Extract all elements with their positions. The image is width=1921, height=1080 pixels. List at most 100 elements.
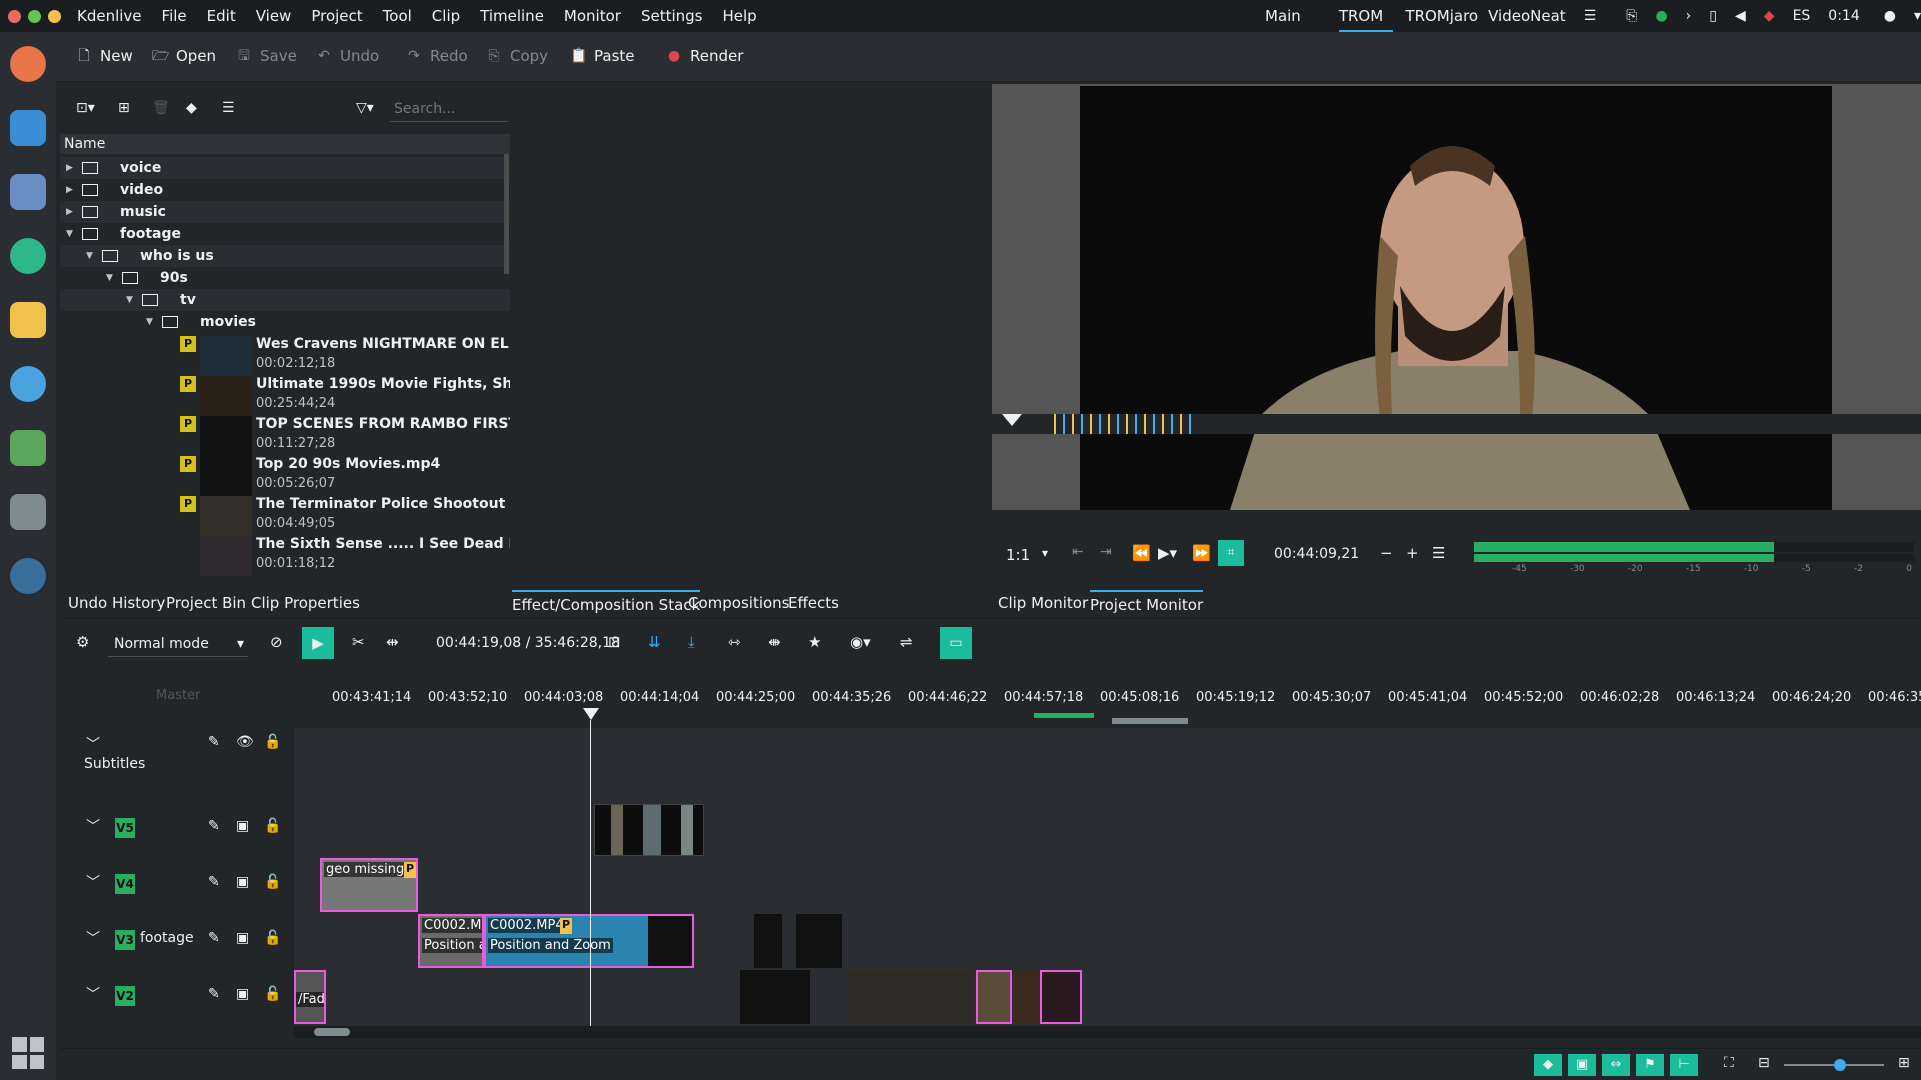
tab-clip-monitor[interactable]: Clip Monitor	[998, 590, 1088, 616]
download-icon[interactable]	[10, 494, 46, 530]
copy-button[interactable]: ⎘ Copy	[486, 47, 548, 65]
bin-column-header[interactable]: Name	[60, 134, 510, 154]
track-label[interactable]: V2	[115, 986, 135, 1006]
track-name[interactable]: footage	[140, 930, 194, 946]
filter-icon[interactable]: ▽▾	[356, 100, 374, 116]
close-window-button[interactable]	[8, 9, 21, 23]
bin-clip[interactable]: P Ultimate 1990s Movie Fights, Shootouts…	[180, 376, 510, 416]
bin-clip[interactable]: P The Terminator Police Shootout MGM Mon…	[180, 496, 510, 536]
volume-icon[interactable]: ◀	[1735, 8, 1746, 24]
track-body[interactable]	[294, 728, 1921, 802]
lift-icon[interactable]: ⇿	[728, 633, 741, 651]
tab-effect-composition-stack[interactable]: Effect/Composition Stack	[512, 590, 701, 616]
fast-forward-icon[interactable]: ⏩	[1192, 544, 1211, 562]
sync-icon[interactable]	[10, 238, 46, 274]
collapse-arrow-icon[interactable]: ▼	[86, 245, 93, 267]
battery-icon[interactable]: ▯	[1709, 8, 1717, 24]
bin-scrollbar[interactable]	[504, 154, 509, 274]
add-clip-icon[interactable]: ⊡▾	[76, 100, 95, 116]
keyboard-layout[interactable]: ES	[1793, 8, 1811, 24]
tag-icon[interactable]: ◆	[186, 100, 197, 116]
menu-monitor[interactable]: Monitor	[564, 7, 621, 25]
chevron-right-icon[interactable]: ›	[1686, 8, 1692, 24]
set-in-icon[interactable]: ⇤	[1072, 544, 1084, 560]
film-icon[interactable]: ▣	[236, 930, 249, 946]
collapse-track-icon[interactable]: ﹀	[86, 984, 100, 1004]
timeline[interactable]: Master 00:43:41;14 00:43:52;10 00:44:03;…	[60, 668, 1921, 1048]
new-button[interactable]: 🗋 New	[76, 47, 132, 65]
markers-icon[interactable]: ⚑	[1636, 1054, 1664, 1076]
tab-compositions[interactable]: Compositions	[688, 590, 790, 616]
folder-music[interactable]: ▶ music	[60, 201, 510, 223]
track-body[interactable]: geo missing.mp4 P	[294, 858, 1921, 914]
folder-footage[interactable]: ▼ footage	[60, 223, 510, 245]
selection-tool-icon[interactable]: ▶	[302, 627, 334, 659]
bin-clip[interactable]: P TOP SCENES FROM RAMBO FIRST BLOOD P/ 0…	[180, 416, 510, 456]
clipboard-icon[interactable]: ⎘	[1626, 8, 1637, 24]
insert-icon[interactable]: ⇊	[648, 633, 661, 651]
play-icon[interactable]: ▶▾	[1158, 544, 1177, 562]
timeline-clip[interactable]	[594, 804, 704, 856]
folder-tv[interactable]: ▼ tv	[60, 289, 510, 311]
zoom-in-icon[interactable]: +	[1406, 544, 1419, 562]
files-icon[interactable]	[10, 110, 46, 146]
master-label[interactable]: Master	[156, 688, 200, 703]
menu-file[interactable]: File	[162, 7, 187, 25]
project-monitor[interactable]	[992, 84, 1921, 510]
zoom-select[interactable]: 1:1	[1006, 546, 1030, 564]
show-subtitles-icon[interactable]: ▭	[940, 627, 972, 659]
redo-button[interactable]: ↷ Redo	[406, 47, 468, 65]
snap-icon[interactable]: ◉▾	[850, 633, 871, 651]
notes-icon[interactable]	[10, 174, 46, 210]
film-icon[interactable]: ▣	[236, 986, 249, 1002]
save-button[interactable]: 🖫 Save	[236, 47, 297, 65]
timeline-clip[interactable]	[1040, 970, 1082, 1024]
track-body[interactable]	[294, 802, 1921, 858]
folder-movies[interactable]: ▼ movies	[60, 311, 510, 333]
workspace-videoneat[interactable]: VideoNeat	[1488, 0, 1566, 32]
image-viewer-icon[interactable]	[10, 430, 46, 466]
timeline-clip[interactable]: C0002.MP4 P Position and Zoom	[484, 914, 694, 968]
multitrack-icon[interactable]: ⊘	[270, 633, 283, 651]
timeline-clip[interactable]	[848, 970, 974, 1024]
tab-project-bin[interactable]: Project Bin	[166, 590, 246, 616]
fit-view-icon[interactable]: ⛶	[1724, 1055, 1734, 1071]
audio-waveform-icon[interactable]: ⇔	[1602, 1054, 1630, 1076]
bin-clip[interactable]: The Sixth Sense ..... I See Dead People …	[180, 536, 510, 576]
track-body[interactable]: C0002.MP4 Position and C0002.MP4 P Posit…	[294, 914, 1921, 970]
collapse-track-icon[interactable]: ﹀	[86, 816, 100, 836]
timeline-playhead-icon[interactable]	[583, 708, 599, 720]
network-icon[interactable]: ●	[1655, 8, 1667, 24]
lock-icon[interactable]: 🔓	[264, 874, 281, 890]
lock-icon[interactable]: 🔓	[264, 930, 281, 946]
effects-icon[interactable]: ✎	[208, 818, 220, 834]
razor-tool-icon[interactable]: ✂	[352, 633, 365, 651]
kdenlive-dock-icon[interactable]	[10, 558, 46, 594]
zoom-slider[interactable]	[1784, 1059, 1884, 1071]
collapse-arrow-icon[interactable]: ▼	[66, 223, 73, 245]
notifications-icon[interactable]: ◆	[1764, 8, 1775, 24]
hamburger-icon[interactable]: ☰	[1584, 8, 1597, 24]
workspace-tromjaro[interactable]: TROMjaro	[1405, 0, 1478, 32]
effects-icon[interactable]: ✎	[208, 930, 220, 946]
effects-icon[interactable]: ✎	[208, 734, 220, 750]
maximize-window-button[interactable]	[28, 9, 41, 23]
timeline-clip[interactable]	[754, 914, 782, 968]
menu-timeline[interactable]: Timeline	[480, 7, 544, 25]
zoom-out-icon[interactable]: −	[1380, 544, 1393, 562]
timeline-playhead[interactable]	[590, 720, 591, 1026]
firefox-icon[interactable]	[10, 46, 46, 82]
tab-effects[interactable]: Effects	[788, 590, 839, 616]
zoom-dropdown-icon[interactable]: ▾	[1042, 546, 1048, 560]
menu-project[interactable]: Project	[311, 7, 362, 25]
minimize-window-button[interactable]	[48, 9, 61, 23]
menu-clip[interactable]: Clip	[432, 7, 460, 25]
tab-clip-properties[interactable]: Clip Properties	[251, 590, 360, 616]
eye-icon[interactable]: 👁	[236, 734, 254, 750]
menu-settings[interactable]: Settings	[641, 7, 703, 25]
lock-icon[interactable]: 🔓	[264, 818, 281, 834]
sticky-notes-icon[interactable]	[10, 302, 46, 338]
delete-icon[interactable]: 🗑	[152, 100, 170, 116]
render-button[interactable]: ● Render	[666, 47, 744, 65]
lock-icon[interactable]: 🔓	[264, 986, 281, 1002]
